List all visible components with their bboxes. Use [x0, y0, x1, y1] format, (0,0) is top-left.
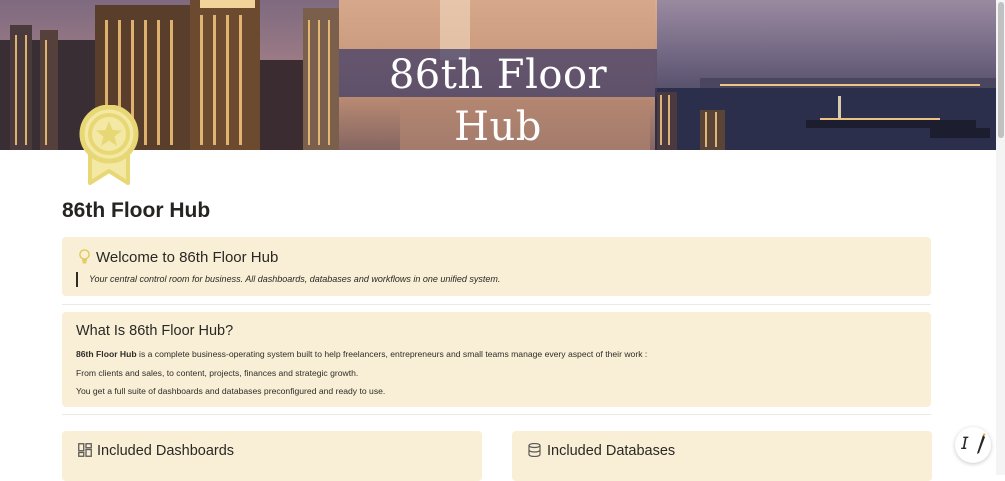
page-scrollbar[interactable] [996, 0, 1005, 475]
divider [62, 304, 931, 305]
notion-ai-icon: 𝘐 [961, 434, 969, 454]
welcome-callout [62, 237, 931, 296]
welcome-heading: Welcome to 86th Floor Hub [96, 249, 279, 266]
cover-image: 86th Floor Hub [0, 0, 996, 150]
award-ribbon-icon[interactable] [78, 105, 140, 185]
dashboards-heading: Included Dashboards [97, 443, 235, 459]
grid-icon [78, 443, 92, 457]
ai-assistant-button[interactable]: 𝘐 [955, 427, 991, 463]
what-is-line-2: From clients and sales, to content, proj… [76, 368, 359, 378]
cover-title: 86th Floor Hub [388, 52, 608, 150]
what-is-line-1: 86th Floor Hub is a complete business-op… [76, 349, 647, 359]
what-is-heading: What Is 86th Floor Hub? [76, 323, 234, 339]
scrollbar-thumb[interactable] [998, 2, 1004, 138]
product-name-bold: 86th Floor Hub [76, 349, 137, 359]
what-is-line-3: You get a full suite of dashboards and d… [76, 386, 386, 396]
database-icon [528, 443, 541, 457]
lightbulb-icon [79, 249, 90, 264]
divider [62, 414, 931, 415]
pencil-icon [977, 433, 986, 454]
what-is-line-1-text: is a complete business-operating system … [136, 349, 648, 359]
databases-heading: Included Databases [547, 443, 676, 459]
welcome-quote: Your central control room for business. … [76, 272, 500, 287]
page-title: 86th Floor Hub [62, 199, 211, 222]
